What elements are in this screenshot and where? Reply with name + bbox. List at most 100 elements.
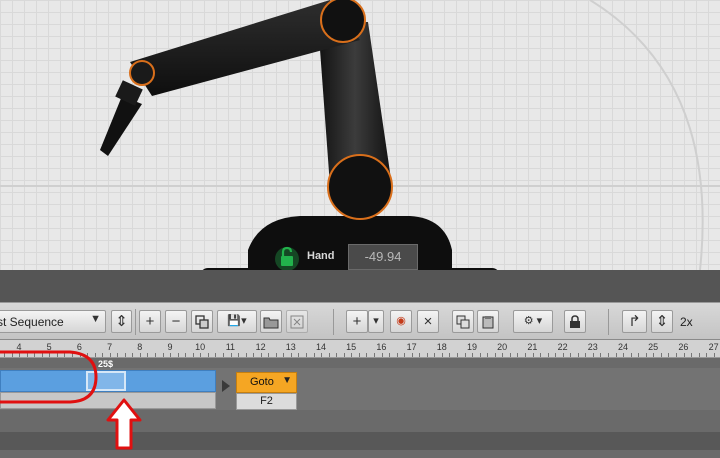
- delete-step-button[interactable]: ×: [417, 310, 439, 333]
- chevron-down-icon[interactable]: ▼: [282, 375, 292, 386]
- add-sequence-button[interactable]: +: [139, 310, 161, 333]
- ruler-label: 5: [46, 342, 52, 352]
- ruler-tick: [230, 353, 232, 357]
- chevron-down-icon: ▼: [90, 313, 101, 325]
- ruler-label: 9: [167, 342, 173, 352]
- ruler-tick: [472, 353, 474, 357]
- ruler-tick: [34, 353, 36, 357]
- ruler-tick: [290, 353, 292, 357]
- ruler-label: 24: [617, 342, 628, 352]
- insert-step-dropdown[interactable]: ▾: [368, 310, 384, 333]
- ruler-tick: [713, 353, 715, 357]
- loop-button[interactable]: ↱: [622, 310, 647, 333]
- ruler-tick: [434, 353, 436, 357]
- remove-sequence-button[interactable]: −: [165, 310, 187, 333]
- hand-value-field[interactable]: -49.94: [348, 244, 418, 270]
- ruler-tick: [457, 353, 458, 357]
- ruler-tick: [547, 353, 549, 357]
- paste-button[interactable]: [477, 310, 499, 333]
- copy-button[interactable]: [452, 310, 474, 333]
- ruler-label: 11: [225, 342, 236, 352]
- ruler-tick: [222, 353, 224, 357]
- ruler-tick: [109, 353, 111, 357]
- ruler-tick: [660, 353, 662, 357]
- ruler-tick: [11, 353, 13, 357]
- sequence-stepper[interactable]: ⇕: [111, 310, 132, 333]
- ruler-tick: [630, 353, 632, 357]
- ruler-tick: [683, 353, 685, 357]
- ruler-tick: [238, 353, 240, 357]
- unlocked-padlock-icon[interactable]: [275, 245, 299, 270]
- ruler-label: 6: [76, 342, 82, 352]
- ruler-tick: [49, 353, 51, 357]
- wrist-joint: [129, 60, 155, 86]
- goto-target-field[interactable]: F2: [236, 393, 297, 410]
- ruler-tick: [404, 353, 406, 357]
- ruler-tick: [56, 353, 58, 357]
- lock-button[interactable]: [564, 310, 586, 333]
- ruler-tick: [570, 353, 572, 357]
- ruler-label: 18: [436, 342, 447, 352]
- wrist-link: [100, 96, 142, 156]
- open-file-button[interactable]: [260, 310, 282, 333]
- goto-step-block[interactable]: Goto ▼: [236, 372, 297, 393]
- ruler-tick: [358, 353, 360, 357]
- ruler-label: 4: [16, 342, 22, 352]
- ruler-tick: [351, 353, 353, 357]
- ruler-label: 23: [587, 342, 598, 352]
- ruler-tick: [419, 353, 421, 357]
- speed-stepper[interactable]: ⇕: [651, 310, 673, 333]
- insert-step-button[interactable]: +: [346, 310, 368, 333]
- record-button[interactable]: ◉: [390, 310, 412, 333]
- robot-viewport[interactable]: Hand -49.94: [0, 0, 720, 270]
- ruler-tick: [19, 353, 21, 357]
- ruler-tick: [381, 353, 383, 357]
- ruler-tick: [177, 353, 179, 357]
- ruler-label: 27: [708, 342, 719, 352]
- goto-label: Goto: [250, 376, 274, 388]
- ruler-tick: [623, 353, 625, 357]
- ruler-tick: [245, 353, 247, 357]
- ruler-tick: [306, 353, 307, 357]
- ruler-tick: [502, 353, 504, 357]
- ruler-tick: [41, 353, 43, 357]
- ruler-tick: [411, 353, 413, 357]
- ruler-tick: [283, 353, 285, 357]
- ruler-tick: [94, 353, 96, 357]
- ruler-tick: [200, 353, 202, 357]
- ruler-tick: [615, 353, 617, 357]
- ruler-label: 16: [376, 342, 387, 352]
- playhead-handle[interactable]: [86, 371, 126, 391]
- ruler-tick: [313, 353, 315, 357]
- ruler-tick: [328, 353, 330, 357]
- duplicate-button[interactable]: [191, 310, 213, 333]
- ruler-tick: [389, 353, 391, 357]
- sequence-select[interactable]: st Sequence ▼: [0, 310, 106, 333]
- ruler-label: 21: [527, 342, 538, 352]
- toolbar-divider: [608, 309, 609, 335]
- sequence-block-footer: [0, 392, 216, 409]
- timeline-ruler[interactable]: 4 5 6 7 8 9 10 11 12 13 14 15 16 17 18 19 20 21 22 23 24 25 26…: [0, 340, 720, 358]
- ruler-tick: [638, 353, 640, 357]
- timeline-scrollbar[interactable]: [0, 432, 720, 450]
- goto-target-value: F2: [260, 395, 273, 407]
- ruler-label: 12: [255, 342, 266, 352]
- ruler-tick: [26, 353, 28, 357]
- ruler-label: 7: [107, 342, 113, 352]
- paste-icon: [482, 316, 494, 329]
- save-dropdown-button[interactable]: 💾▾: [217, 310, 257, 333]
- ruler-tick: [691, 353, 693, 357]
- duplicate-icon: [195, 315, 209, 329]
- settings-dropdown-button[interactable]: ⚙ ▾: [513, 310, 553, 333]
- ruler-tick: [170, 353, 172, 357]
- close-file-button[interactable]: [286, 310, 308, 333]
- ruler-tick: [132, 353, 134, 357]
- ruler-tick: [668, 353, 670, 357]
- ruler-tick: [268, 353, 270, 357]
- play-arrow-icon: [222, 380, 230, 392]
- sequence-select-value: st Sequence: [0, 315, 64, 329]
- padlock-icon: [570, 315, 580, 328]
- ruler-tick: [555, 353, 557, 357]
- ruler-tick: [532, 353, 534, 357]
- ruler-tick: [185, 353, 187, 357]
